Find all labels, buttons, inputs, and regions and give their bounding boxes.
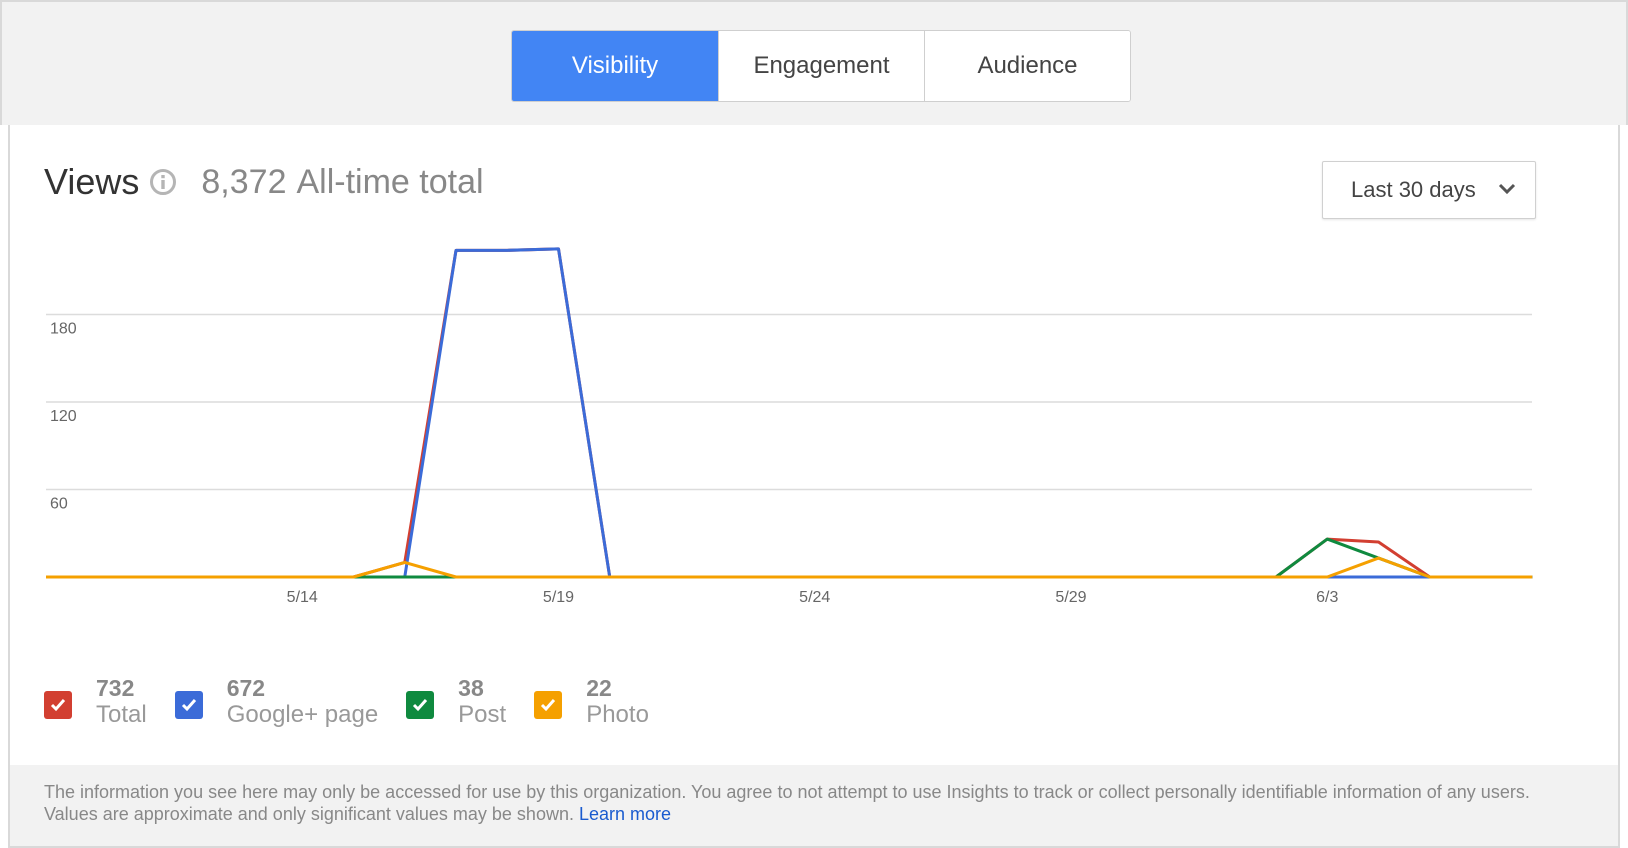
legend-text-google-page: 672 Google+ page xyxy=(227,675,378,729)
legend-item-total[interactable]: 732 Total xyxy=(44,675,147,729)
tab-engagement[interactable]: Engagement xyxy=(718,31,924,101)
x-tick-label: 6/3 xyxy=(1316,589,1338,606)
legend-item-google-page[interactable]: 672 Google+ page xyxy=(174,675,378,729)
series-line-total xyxy=(46,247,1533,579)
tab-visibility[interactable]: Visibility xyxy=(512,31,718,101)
legend-label: Google+ page xyxy=(226,701,379,728)
series-line-post xyxy=(46,537,1533,579)
check-icon xyxy=(50,699,66,712)
legend-text-post: 38 Post xyxy=(458,675,506,729)
check-icon xyxy=(413,699,428,712)
views-line-chart: 60 120 180 5/14 5/19 5/24 5/29 6/3 xyxy=(46,247,1533,606)
views-card: Views 8,372 All-time total Last 30 days 6… xyxy=(8,125,1620,765)
privacy-notice-text: The information you see here may only be… xyxy=(44,782,1530,824)
insights-panel: Visibility Engagement Audience Views 8,3… xyxy=(0,0,1628,848)
google-page-checkbox[interactable] xyxy=(174,691,203,719)
post-checkbox[interactable] xyxy=(406,691,435,719)
legend-value: 672 xyxy=(226,675,266,701)
x-tick-label: 5/14 xyxy=(287,589,318,606)
learn-more-link[interactable]: Learn more xyxy=(579,804,671,824)
tab-group: Visibility Engagement Audience xyxy=(511,30,1131,102)
y-tick-label: 60 xyxy=(50,496,68,513)
legend-item-photo[interactable]: 22 Photo xyxy=(534,675,649,729)
total-checkbox[interactable] xyxy=(44,691,72,719)
check-icon xyxy=(541,699,556,712)
photo-checkbox[interactable] xyxy=(534,691,563,719)
legend-text-total: 732 Total xyxy=(96,675,147,729)
legend-value: 732 xyxy=(96,675,135,701)
legend-label: Total xyxy=(96,701,147,728)
x-tick-label: 5/19 xyxy=(543,589,574,606)
legend-label: Photo xyxy=(586,701,649,728)
tab-audience[interactable]: Audience xyxy=(924,31,1130,101)
x-tick-label: 5/29 xyxy=(1055,589,1086,606)
legend-label: Post xyxy=(458,701,507,728)
check-icon xyxy=(181,699,196,712)
privacy-notice: The information you see here may only be… xyxy=(8,765,1620,848)
series-legend: 732 Total 672 Google+ page 38 Post 22 Ph… xyxy=(44,675,677,729)
legend-text-photo: 22 Photo xyxy=(586,675,649,729)
series-line-photo xyxy=(46,556,1533,579)
x-tick-label: 5/24 xyxy=(799,589,830,606)
series-line-google-page xyxy=(46,247,1533,579)
tab-bar-area: Visibility Engagement Audience xyxy=(0,0,1628,125)
legend-item-post[interactable]: 38 Post xyxy=(406,675,506,729)
legend-value: 22 xyxy=(586,675,612,701)
y-tick-label: 180 xyxy=(50,321,77,338)
y-tick-label: 120 xyxy=(50,408,77,425)
legend-value: 38 xyxy=(458,675,484,701)
